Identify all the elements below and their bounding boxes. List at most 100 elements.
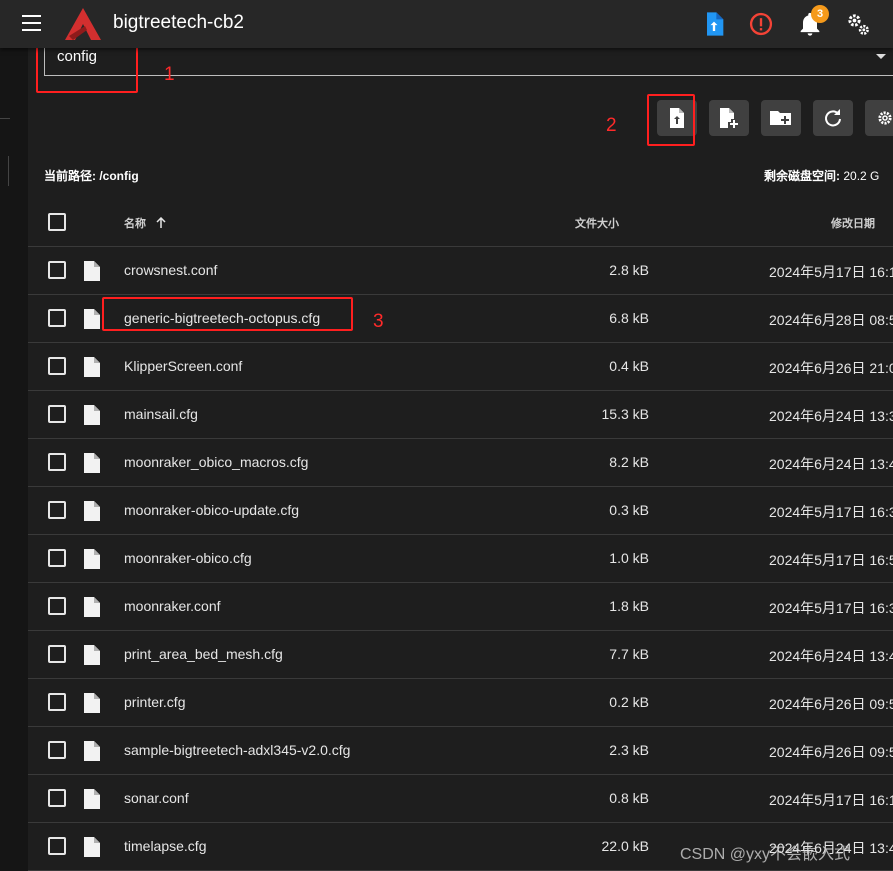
row-checkbox[interactable]	[48, 645, 66, 663]
sort-ascending-icon	[156, 216, 166, 228]
file-row[interactable]: moonraker.conf 1.8 kB 2024年5月17日 16:3	[28, 583, 893, 631]
file-name[interactable]: sonar.conf	[124, 790, 189, 806]
file-icon	[84, 357, 100, 377]
upload-file-icon[interactable]	[700, 10, 728, 38]
file-size: 0.3 kB	[609, 502, 649, 518]
file-row[interactable]: moonraker-obico-update.cfg 0.3 kB 2024年5月1…	[28, 487, 893, 535]
file-modified: 2024年5月17日 16:5	[769, 552, 893, 568]
menu-icon[interactable]	[22, 15, 41, 31]
annotation-number-2: 2	[606, 115, 617, 136]
file-size: 0.4 kB	[609, 358, 649, 374]
file-row[interactable]: sample-bigtreetech-adxl345-v2.0.cfg 2.3 k…	[28, 727, 893, 775]
row-checkbox[interactable]	[48, 789, 66, 807]
gear-icon	[878, 111, 892, 125]
file-name[interactable]: KlipperScreen.conf	[124, 358, 242, 374]
watermark: CSDN @yxy不会嵌入式	[680, 846, 851, 863]
row-checkbox[interactable]	[48, 597, 66, 615]
file-modified: 2024年5月17日 16:3	[769, 600, 893, 616]
file-name[interactable]: sample-bigtreetech-adxl345-v2.0.cfg	[124, 742, 350, 758]
app-title: bigtreetech-cb2	[113, 12, 244, 33]
file-modified: 2024年6月28日 08:5	[769, 312, 893, 328]
current-path-label: 当前路径:	[44, 169, 96, 183]
file-name[interactable]: moonraker.conf	[124, 598, 221, 614]
refresh-icon	[825, 109, 841, 127]
file-icon	[84, 693, 100, 713]
file-modified: 2024年6月24日 13:4	[769, 648, 893, 664]
file-name[interactable]: print_area_bed_mesh.cfg	[124, 646, 283, 662]
file-row[interactable]: crowsnest.conf 2.8 kB 2024年5月17日 16:1	[28, 247, 893, 295]
app-bar: bigtreetech-cb2 3	[0, 0, 893, 48]
file-modified: 2024年6月24日 13:4	[769, 456, 893, 472]
table-header: 名称 文件大小 修改日期	[28, 199, 893, 247]
file-row[interactable]: moonraker_obico_macros.cfg 8.2 kB 2024年6月2…	[28, 439, 893, 487]
column-header-modified[interactable]: 修改日期	[831, 215, 875, 231]
current-path: 当前路径: /config	[44, 167, 139, 184]
row-checkbox[interactable]	[48, 693, 66, 711]
settings-cogs-icon[interactable]	[844, 10, 872, 38]
row-checkbox[interactable]	[48, 453, 66, 471]
file-name[interactable]: crowsnest.conf	[124, 262, 217, 278]
column-header-name[interactable]: 名称	[124, 215, 167, 231]
file-row[interactable]: moonraker-obico.cfg 1.0 kB 2024年5月17日 16:5	[28, 535, 893, 583]
file-icon	[84, 837, 100, 857]
notification-badge: 3	[811, 5, 829, 23]
file-size: 0.2 kB	[609, 694, 649, 710]
current-path-value: /config	[99, 169, 139, 183]
file-icon	[84, 405, 100, 425]
file-manager-panel: config 当前路径: /config 剩余磁盘空间: 20.2 G 名称 文…	[28, 48, 893, 871]
row-checkbox[interactable]	[48, 309, 66, 327]
file-icon	[84, 501, 100, 521]
file-size: 15.3 kB	[601, 406, 649, 422]
file-name[interactable]: moonraker-obico.cfg	[124, 550, 252, 566]
new-folder-button[interactable]	[761, 100, 801, 136]
row-checkbox[interactable]	[48, 501, 66, 519]
file-size: 1.0 kB	[609, 550, 649, 566]
dropdown-caret-icon[interactable]	[876, 54, 886, 59]
file-name[interactable]: timelapse.cfg	[124, 838, 206, 854]
file-row[interactable]: mainsail.cfg 15.3 kB 2024年6月24日 13:3	[28, 391, 893, 439]
row-checkbox[interactable]	[48, 261, 66, 279]
file-modified: 2024年6月24日 13:3	[769, 408, 893, 424]
annotation-box-2	[647, 94, 695, 146]
file-modified: 2024年5月17日 16:1	[769, 792, 893, 808]
file-modified: 2024年5月17日 16:1	[769, 264, 893, 280]
annotation-number-1: 1	[164, 64, 175, 85]
row-checkbox[interactable]	[48, 549, 66, 567]
annotation-box-1	[36, 42, 138, 93]
annotation-number-3: 3	[373, 311, 384, 332]
column-header-size[interactable]: 文件大小	[575, 215, 619, 231]
file-size: 22.0 kB	[601, 838, 649, 854]
new-file-button[interactable]	[709, 100, 749, 136]
file-icon	[84, 261, 100, 281]
file-modified: 2024年6月26日 09:5	[769, 696, 893, 712]
row-checkbox[interactable]	[48, 357, 66, 375]
file-name[interactable]: printer.cfg	[124, 694, 185, 710]
row-checkbox[interactable]	[48, 837, 66, 855]
file-size: 2.3 kB	[609, 742, 649, 758]
file-name[interactable]: mainsail.cfg	[124, 406, 198, 422]
row-checkbox[interactable]	[48, 405, 66, 423]
file-row[interactable]: printer.cfg 0.2 kB 2024年6月26日 09:5	[28, 679, 893, 727]
row-checkbox[interactable]	[48, 741, 66, 759]
settings-button[interactable]	[865, 100, 893, 136]
file-size: 2.8 kB	[609, 262, 649, 278]
file-icon	[84, 645, 100, 665]
file-icon	[84, 789, 100, 809]
file-row[interactable]: sonar.conf 0.8 kB 2024年5月17日 16:1	[28, 775, 893, 823]
file-icon	[84, 741, 100, 761]
select-all-checkbox[interactable]	[48, 213, 66, 231]
file-size: 7.7 kB	[609, 646, 649, 662]
file-icon	[84, 549, 100, 569]
refresh-button[interactable]	[813, 100, 853, 136]
column-header-name-label: 名称	[124, 218, 146, 230]
alert-icon[interactable]	[747, 10, 775, 38]
folder-plus-icon	[770, 111, 791, 125]
file-size: 0.8 kB	[609, 790, 649, 806]
file-icon	[84, 597, 100, 617]
file-name[interactable]: moonraker_obico_macros.cfg	[124, 454, 308, 470]
file-row[interactable]: print_area_bed_mesh.cfg 7.7 kB 2024年6月24日 …	[28, 631, 893, 679]
file-icon	[84, 453, 100, 473]
file-name[interactable]: moonraker-obico-update.cfg	[124, 502, 299, 518]
file-row[interactable]: KlipperScreen.conf 0.4 kB 2024年6月26日 21:0	[28, 343, 893, 391]
file-plus-icon	[720, 108, 738, 128]
